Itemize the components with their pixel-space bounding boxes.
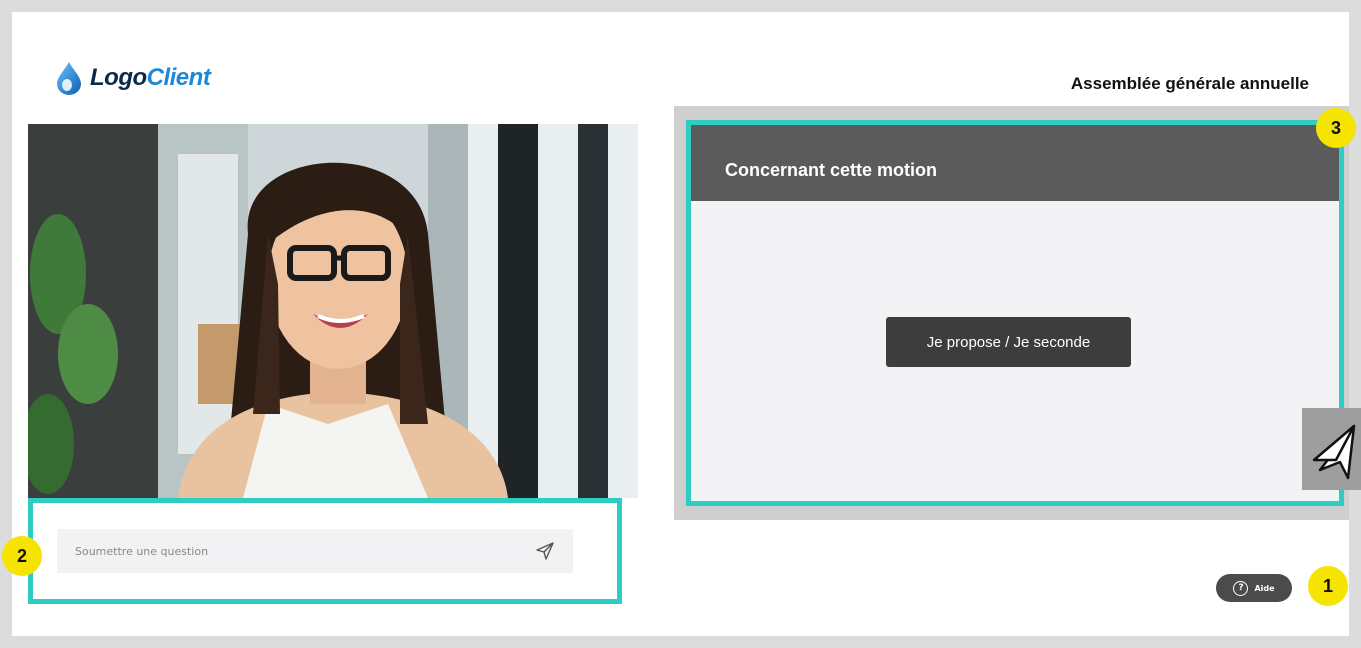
callout-badge-3: 3 [1316, 108, 1356, 148]
collapse-arrow-icon [1312, 424, 1356, 480]
client-logo: LogoClient [56, 58, 211, 98]
event-title: Assemblée générale annuelle [1070, 74, 1309, 93]
question-input[interactable] [75, 544, 535, 558]
help-label: Aide [1254, 583, 1275, 593]
propose-second-button[interactable]: Je propose / Je seconde [886, 317, 1131, 367]
motion-panel: Concernant cette motion Je propose / Je … [686, 120, 1344, 506]
help-icon: ? [1233, 580, 1249, 596]
callout-badge-2: 2 [2, 536, 42, 576]
help-button[interactable]: ? Aide [1216, 574, 1292, 602]
motion-header: Concernant cette motion [691, 125, 1339, 201]
question-section [28, 498, 622, 604]
drop-icon [57, 62, 81, 95]
question-input-container[interactable] [57, 529, 573, 573]
expand-toggle[interactable] [1302, 408, 1361, 490]
speaker-video [28, 124, 638, 498]
callout-badge-1: 1 [1308, 566, 1348, 606]
send-icon[interactable] [535, 541, 555, 561]
logo-text: LogoClient [90, 64, 211, 91]
